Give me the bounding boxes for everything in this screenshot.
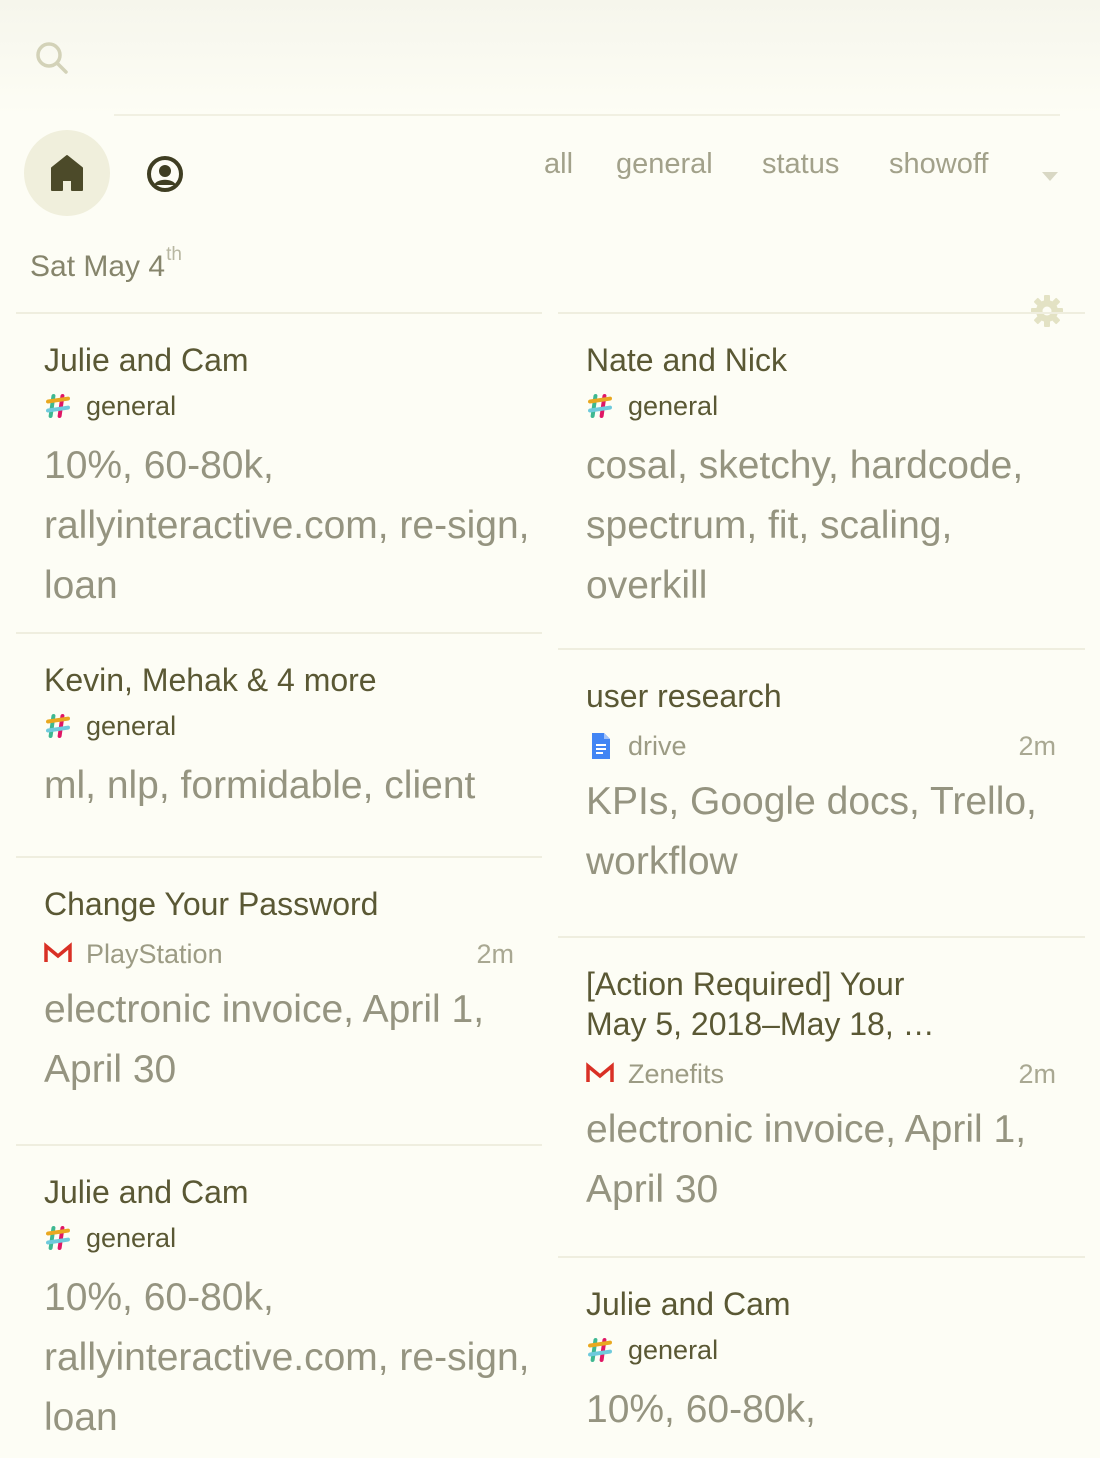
- card-keywords: electronic invoice, April 1, April 30: [44, 988, 485, 1091]
- card-title: Kevin, Mehak & 4 more: [44, 662, 377, 698]
- home-icon: [51, 155, 83, 191]
- user-circle-icon[interactable]: [146, 155, 184, 193]
- card-title-line1: [Action Required] Your: [586, 966, 905, 1002]
- home-button[interactable]: [24, 130, 110, 216]
- card-title: user research: [586, 678, 782, 714]
- card-source: PlayStation 2m: [44, 938, 514, 970]
- card-keywords: ml, nlp, formidable, client: [44, 764, 476, 807]
- card-source: general: [44, 1222, 514, 1254]
- filter-status[interactable]: status: [762, 148, 839, 181]
- timestamp: 2m: [1018, 730, 1056, 761]
- message-card[interactable]: Julie and Cam general 10%, 60-80k, rally…: [16, 1144, 542, 1456]
- card-source: general: [586, 390, 1056, 422]
- card-title: Julie and Cam: [44, 1174, 249, 1210]
- card-keywords: cosal, sketchy, hardcode, spectrum, fit,…: [586, 444, 1024, 607]
- source-label: general: [86, 710, 177, 741]
- card-keywords: 10%, 60-80k, rallyinteractive.com, re-si…: [44, 444, 530, 607]
- message-card[interactable]: Change Your Password PlayStation 2m elec…: [16, 856, 542, 1144]
- source-label: drive: [628, 730, 687, 761]
- top-divider: [114, 114, 1060, 116]
- card-source: drive 2m: [586, 730, 1056, 762]
- filter-showoff[interactable]: showoff: [889, 148, 988, 181]
- message-card[interactable]: Nate and Nick general cosal, sketchy, ha…: [558, 312, 1085, 648]
- source-label: general: [628, 390, 719, 421]
- card-title-line2: May 5, 2018–May 18, …: [586, 1006, 935, 1042]
- chevron-down-icon[interactable]: [1042, 172, 1058, 181]
- slack-icon: [586, 1336, 614, 1364]
- message-card[interactable]: user research drive 2m KPIs, Google docs…: [558, 648, 1085, 936]
- card-keywords: KPIs, Google docs, Trello, workflow: [586, 780, 1037, 883]
- source-label: Zenefits: [628, 1058, 725, 1089]
- card-title: Nate and Nick: [586, 342, 787, 378]
- card-keywords: 10%, 60-80k,: [586, 1388, 816, 1431]
- timestamp: 2m: [476, 938, 514, 969]
- google-docs-icon: [586, 732, 614, 760]
- source-label: PlayStation: [86, 938, 223, 969]
- slack-icon: [44, 712, 72, 740]
- card-source: general: [586, 1334, 1056, 1366]
- card-keywords: 10%, 60-80k, rallyinteractive.com, re-si…: [44, 1276, 530, 1439]
- card-source: Zenefits 2m: [586, 1058, 1056, 1090]
- source-label: general: [628, 1334, 719, 1365]
- date-heading: Sat May 4th: [30, 244, 182, 284]
- card-title: Julie and Cam: [44, 342, 249, 378]
- filter-all[interactable]: all: [544, 148, 573, 181]
- source-label: general: [86, 390, 177, 421]
- timestamp: 2m: [1018, 1058, 1056, 1089]
- top-bar: [0, 0, 1100, 115]
- source-label: general: [86, 1222, 177, 1253]
- message-card[interactable]: Julie and Cam general 10%, 60-80k,: [558, 1256, 1085, 1458]
- search-icon[interactable]: [34, 40, 70, 76]
- gmail-icon: [586, 1060, 614, 1088]
- card-title: Julie and Cam: [586, 1286, 791, 1322]
- message-card[interactable]: [Action Required] Your May 5, 2018–May 1…: [558, 936, 1085, 1256]
- filter-general[interactable]: general: [616, 148, 713, 181]
- date-suffix: th: [166, 244, 182, 265]
- message-card[interactable]: Julie and Cam general 10%, 60-80k, rally…: [16, 312, 542, 632]
- slack-icon: [44, 1224, 72, 1252]
- slack-icon: [44, 392, 72, 420]
- card-source: general: [44, 390, 514, 422]
- gmail-icon: [44, 940, 72, 968]
- card-title: Change Your Password: [44, 886, 379, 922]
- card-source: general: [44, 710, 514, 742]
- message-card[interactable]: Kevin, Mehak & 4 more general ml, nlp, f…: [16, 632, 542, 856]
- card-keywords: electronic invoice, April 1, April 30: [586, 1108, 1027, 1211]
- slack-icon: [586, 392, 614, 420]
- date-text: Sat May 4: [30, 250, 166, 283]
